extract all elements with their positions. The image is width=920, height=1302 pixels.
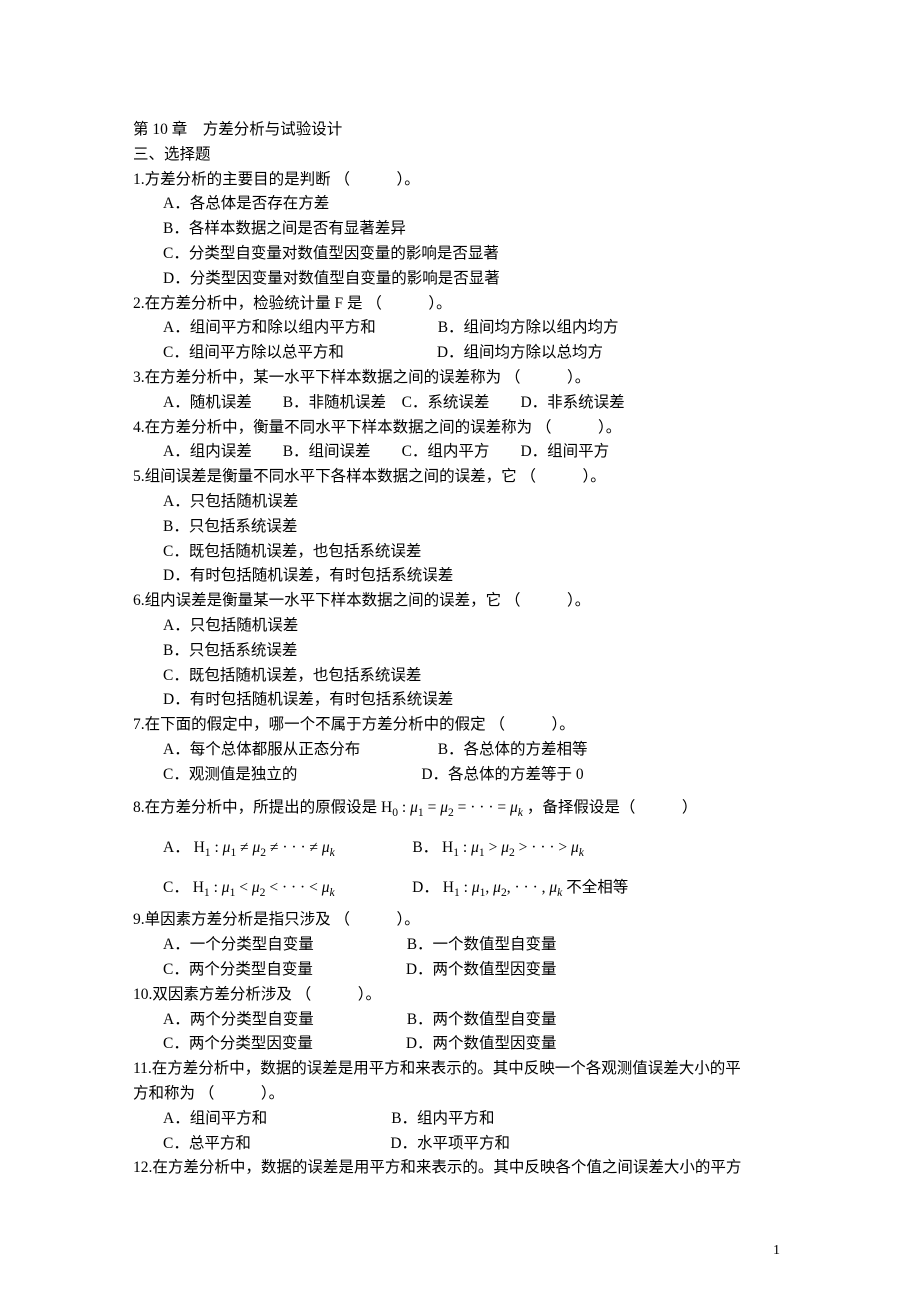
q8-h0-formula: H0 : μ1 = μ2 = · · · = μk <box>377 799 527 816</box>
q1-option-a: A．各总体是否存在方差 <box>133 192 790 217</box>
q3-option-b: B．非随机误差 <box>283 394 386 411</box>
q6-option-b: B．只包括系统误差 <box>133 639 790 664</box>
q3-option-c: C．系统误差 <box>402 394 490 411</box>
q4-option-b: B．组间误差 <box>283 443 371 460</box>
q11-option-d: D．水平项平方和 <box>390 1135 510 1152</box>
q8-options-row2: C． H1 : μ1 < μ2 < · · · < μk D． H1 : μ1,… <box>133 868 790 908</box>
q10-option-d: D．两个数值型因变量 <box>406 1035 557 1052</box>
q8-option-c: C． H1 : μ1 < μ2 < · · · < μk <box>163 879 335 896</box>
page: 第 10 章 方差分析与试验设计 三、选择题 1.方差分析的主要目的是判断 （ … <box>0 0 920 1302</box>
q4-option-d: D．组间平方 <box>520 443 609 460</box>
q10-option-b: B．两个数值型自变量 <box>407 1011 557 1028</box>
q10-options-row2: C．两个分类型因变量 D．两个数值型因变量 <box>133 1032 790 1057</box>
q8-options-row1: A． H1 : μ1 ≠ μ2 ≠ · · · ≠ μk B． H1 : μ1 … <box>133 828 790 868</box>
q4-options: A．组内误差 B．组间误差 C．组内平方 D．组间平方 <box>133 440 790 465</box>
q3-stem: 3.在方差分析中，某一水平下样本数据之间的误差称为 （ ）。 <box>133 366 790 391</box>
section-title: 三、选择题 <box>133 143 790 168</box>
q8-stem-prefix: 8.在方差分析中，所提出的原假设是 <box>133 799 377 816</box>
q11-option-c: C．总平方和 <box>163 1135 251 1152</box>
q8-option-a: A． H1 : μ1 ≠ μ2 ≠ · · · ≠ μk <box>163 839 335 856</box>
q4-option-c: C．组内平方 <box>402 443 490 460</box>
q9-option-b: B．一个数值型自变量 <box>407 936 557 953</box>
q8-option-b: B． H1 : μ1 > μ2 > · · · > μk <box>412 839 584 856</box>
q7-stem: 7.在下面的假定中，哪一个不属于方差分析中的假定 （ ）。 <box>133 713 790 738</box>
page-number: 1 <box>773 1240 780 1262</box>
q2-option-c: C．组间平方除以总平方和 <box>163 344 344 361</box>
q9-stem: 9.单因素方差分析是指只涉及 （ ）。 <box>133 908 790 933</box>
q2-option-b: B．组间均方除以组内均方 <box>438 319 619 336</box>
q11-stem-line2: 方和称为 （ ）。 <box>133 1082 790 1107</box>
q2-option-d: D．组间均方除以总均方 <box>437 344 603 361</box>
q11-option-b: B．组内平方和 <box>391 1110 494 1127</box>
q1-option-b: B．各样本数据之间是否有显著差异 <box>133 217 790 242</box>
q11-options-row1: A．组间平方和 B．组内平方和 <box>133 1107 790 1132</box>
q2-options-row2: C．组间平方除以总平方和 D．组间均方除以总均方 <box>133 341 790 366</box>
q11-stem-line1: 11.在方差分析中，数据的误差是用平方和来表示的。其中反映一个各观测值误差大小的… <box>133 1057 790 1082</box>
q7-option-b: B．各总体的方差相等 <box>438 741 588 758</box>
q8-stem-suffix: ，备择假设是（ ） <box>527 799 698 816</box>
q8-stem: 8.在方差分析中，所提出的原假设是 H0 : μ1 = μ2 = · · · =… <box>133 788 790 828</box>
q8-option-d: D． H1 : μ1, μ2, · · · , μk 不全相等 <box>412 879 628 896</box>
q9-option-a: A．一个分类型自变量 <box>163 936 314 953</box>
q5-option-a: A．只包括随机误差 <box>133 490 790 515</box>
q6-option-d: D．有时包括随机误差，有时包括系统误差 <box>133 688 790 713</box>
q7-option-a: A．每个总体都服从正态分布 <box>163 741 360 758</box>
q10-option-c: C．两个分类型因变量 <box>163 1035 313 1052</box>
q7-options-row2: C．观测值是独立的 D．各总体的方差等于 0 <box>133 763 790 788</box>
q10-option-a: A．两个分类型自变量 <box>163 1011 314 1028</box>
q3-options: A．随机误差 B．非随机误差 C．系统误差 D．非系统误差 <box>133 391 790 416</box>
q5-option-b: B．只包括系统误差 <box>133 515 790 540</box>
q9-option-c: C．两个分类型自变量 <box>163 961 313 978</box>
q6-stem: 6.组内误差是衡量某一水平下样本数据之间的误差，它 （ ）。 <box>133 589 790 614</box>
q11-option-a: A．组间平方和 <box>163 1110 267 1127</box>
q2-stem: 2.在方差分析中，检验统计量 F 是 （ ）。 <box>133 292 790 317</box>
q1-option-c: C．分类型自变量对数值型因变量的影响是否显著 <box>133 242 790 267</box>
chapter-title: 第 10 章 方差分析与试验设计 <box>133 118 790 143</box>
q2-options-row1: A．组间平方和除以组内平方和 B．组间均方除以组内均方 <box>133 316 790 341</box>
q12-stem: 12.在方差分析中，数据的误差是用平方和来表示的。其中反映各个值之间误差大小的平… <box>133 1156 790 1181</box>
q11-options-row2: C．总平方和 D．水平项平方和 <box>133 1132 790 1157</box>
q10-stem: 10.双因素方差分析涉及 （ ）。 <box>133 983 790 1008</box>
q9-options-row2: C．两个分类型自变量 D．两个数值型因变量 <box>133 958 790 983</box>
q1-stem: 1.方差分析的主要目的是判断 （ ）。 <box>133 168 790 193</box>
q5-stem: 5.组间误差是衡量不同水平下各样本数据之间的误差，它 （ ）。 <box>133 465 790 490</box>
q4-stem: 4.在方差分析中，衡量不同水平下样本数据之间的误差称为 （ ）。 <box>133 416 790 441</box>
q10-options-row1: A．两个分类型自变量 B．两个数值型自变量 <box>133 1008 790 1033</box>
q7-options-row1: A．每个总体都服从正态分布 B．各总体的方差相等 <box>133 738 790 763</box>
q3-option-d: D．非系统误差 <box>520 394 624 411</box>
q7-option-d: D．各总体的方差等于 0 <box>421 766 583 783</box>
q6-option-c: C．既包括随机误差，也包括系统误差 <box>133 664 790 689</box>
q9-options-row1: A．一个分类型自变量 B．一个数值型自变量 <box>133 933 790 958</box>
q7-option-c: C．观测值是独立的 <box>163 766 297 783</box>
q4-option-a: A．组内误差 <box>163 443 252 460</box>
q5-option-c: C．既包括随机误差，也包括系统误差 <box>133 540 790 565</box>
q6-option-a: A．只包括随机误差 <box>133 614 790 639</box>
q2-option-a: A．组间平方和除以组内平方和 <box>163 319 376 336</box>
q1-option-d: D．分类型因变量对数值型自变量的影响是否显著 <box>133 267 790 292</box>
q9-option-d: D．两个数值型因变量 <box>406 961 557 978</box>
q5-option-d: D．有时包括随机误差，有时包括系统误差 <box>133 564 790 589</box>
q3-option-a: A．随机误差 <box>163 394 252 411</box>
